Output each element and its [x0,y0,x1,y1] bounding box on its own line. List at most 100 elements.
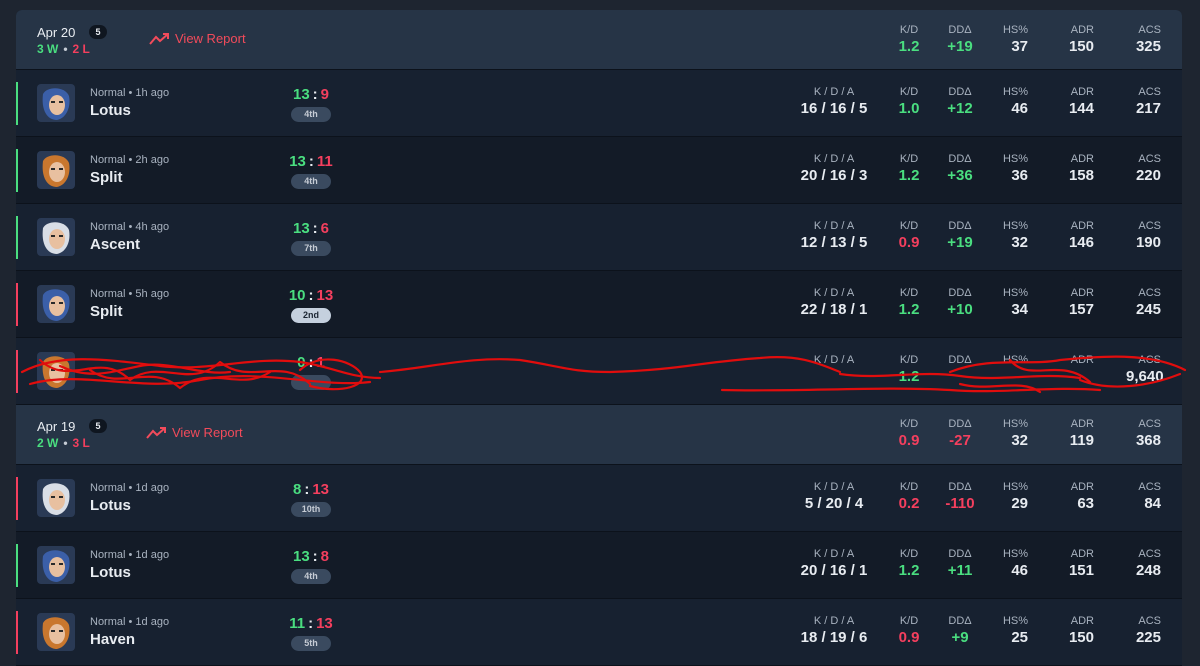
hs-stat: HS% 46 [1002,548,1028,579]
kda-stat: K / D / A 16 / 16 / 5 [800,86,868,117]
dd-stat: DDΔ +36 [947,153,973,184]
day-acs: ACS 325 [1135,24,1161,55]
acs-stat: ACS 248 [1135,548,1161,579]
trend-icon [149,32,169,45]
kd-stat: K/D 1.2 [898,354,920,385]
map-name: Haven [90,631,136,648]
day-header-apr19: Apr 19 5 2 W • 3 L View Report K/D 0.9 DDΔ -… [16,405,1182,465]
day-date: Apr 20 [37,25,76,40]
agent-portrait-icon [37,546,75,584]
view-report-label: View Report [175,31,246,46]
day-hs: HS% 37 [1002,24,1028,55]
placement-badge: 2nd [291,308,331,323]
match-row[interactable]: Normal • 5h ago Split 10:13 2nd K / D / … [16,271,1182,338]
hs-stat: HS% 46 [1002,86,1028,117]
match-meta: Normal • 1d ago [90,616,170,628]
match-row[interactable]: Normal • 1d ago Lotus 13:8 4th K / D / A… [16,532,1182,599]
match-score: 13:9 [292,86,330,103]
day-adr: ADR 119 [1069,418,1094,449]
hs-stat: HS% 32 [1002,220,1028,251]
agent-portrait-icon [37,151,75,189]
placement-badge: 5th [291,636,331,651]
view-report-button[interactable]: View Report [146,425,243,440]
day-date: Apr 19 [37,419,76,434]
match-count-badge: 5 [89,25,107,39]
kd-stat: K/D 0.2 [898,481,920,512]
kd-stat: K/D 0.9 [898,220,920,251]
match-row[interactable]: Normal • 4h ago Ascent 13:6 7th K / D / … [16,204,1182,271]
acs-stat: ACS 190 [1135,220,1161,251]
adr-stat: ADR 157 [1068,287,1094,318]
agent-portrait-icon [37,479,75,517]
day-hs: HS% 32 [1002,418,1028,449]
match-row[interactable]: Normal • 2h ago Split 13:11 4th K / D / … [16,137,1182,204]
losses-count: 3 L [72,436,90,450]
kda-stat: K / D / A 20 / 16 / 1 [800,548,868,579]
map-name: Split [90,303,123,320]
adr-stat: ADR 63 [1070,481,1094,512]
result-indicator [16,350,18,393]
kda-stat: K / D / A 18 / 19 / 6 [800,615,868,646]
agent-portrait-icon [37,218,75,256]
kd-stat: K/D 0.9 [898,615,920,646]
result-indicator [16,544,18,587]
kd-stat: K/D 1.2 [898,287,920,318]
acs-stat: ACS 84 [1138,481,1161,512]
day-adr: ADR 150 [1068,24,1094,55]
kda-stat: K / D / A 20 / 16 / 3 [800,153,868,184]
kda-stat: K / D / A5 / 20 / 4 [804,481,864,512]
placement-badge: 4th [291,569,331,584]
hs-stat: HS% [1002,354,1028,366]
day-dd: DDΔ -27 [948,418,972,449]
map-name: Ascent [90,236,141,253]
losses-count: 2 L [72,42,90,56]
kd-stat: K/D 1.2 [898,153,920,184]
agent-portrait-icon [37,613,75,651]
adr-stat: ADR 158 [1068,153,1094,184]
match-score: 8:13 [292,481,330,498]
kda-stat: K / D / A [813,354,855,366]
map-name: Lotus [90,564,131,581]
result-indicator [16,82,18,125]
acs-stat: ACS 220 [1135,153,1161,184]
kda-stat: K / D / A 12 / 13 / 5 [800,220,868,251]
match-row[interactable]: Normal • 1d ago Haven 11:13 5th K / D / … [16,599,1182,666]
match-history-panel: Apr 20 5 3 W • 2 L View Report K/D 1.2 DDΔ +… [16,10,1182,666]
hs-stat: HS% 29 [1002,481,1028,512]
result-indicator [16,611,18,654]
match-score: 0:1 [297,354,325,371]
day-dd: DDΔ +19 [947,24,973,55]
match-row[interactable]: Normal • 1d ago Lotus 8:13 10th K / D / … [16,465,1182,532]
dd-stat: DDΔ -110 [945,481,975,512]
adr-stat: ADR 146 [1068,220,1094,251]
trend-icon [146,426,166,439]
acs-stat: ACS 9,640 [1126,354,1164,385]
day-acs: ACS 368 [1135,418,1161,449]
match-score: 13:6 [292,220,330,237]
agent-portrait-icon [37,285,75,323]
match-row[interactable]: Normal • 1h ago Lotus 13:9 4th K / D / A… [16,70,1182,137]
match-row[interactable]: 0:1 K / D / A K/D 1.2 DDΔ HS% ADR ACS 9,64… [16,338,1182,405]
agent-portrait-icon [37,84,75,122]
adr-stat: ADR 151 [1068,548,1094,579]
match-score: 13:8 [292,548,330,565]
match-meta: Normal • 1h ago [90,87,170,99]
match-score: 13:11 [289,153,333,170]
win-loss-summary: 2 W • 3 L [37,436,90,450]
placement-badge: 7th [291,241,331,256]
acs-stat: ACS 245 [1135,287,1161,318]
dd-stat: DDΔ +9 [948,615,972,646]
match-score: 10:13 [288,287,334,304]
acs-stat: ACS 217 [1135,86,1161,117]
wins-count: 3 W [37,42,59,56]
dd-stat: DDΔ +11 [947,548,973,579]
agent-portrait-icon [37,352,75,390]
view-report-button[interactable]: View Report [149,31,246,46]
map-name: Lotus [90,102,131,119]
dd-stat: DDΔ +10 [947,287,973,318]
win-loss-summary: 3 W • 2 L [37,42,90,56]
result-indicator [16,149,18,192]
day-kd: K/D 1.2 [898,24,920,55]
placement-badge: 10th [291,502,331,517]
kd-stat: K/D 1.0 [898,86,920,117]
